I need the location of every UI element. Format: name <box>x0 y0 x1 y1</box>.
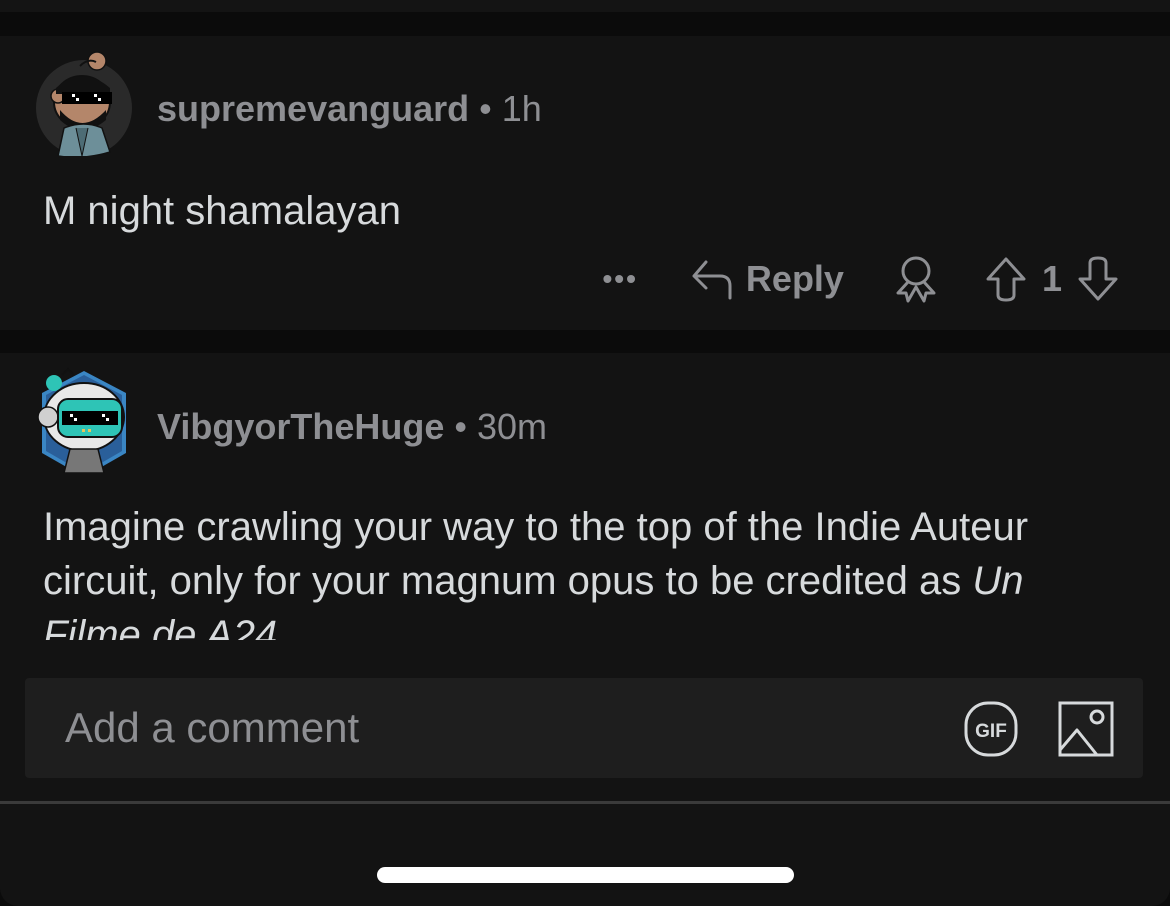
snoo-avatar-icon <box>37 367 126 477</box>
upvote-button[interactable] <box>984 255 1028 303</box>
comment-age: 1h <box>501 88 542 129</box>
comment-separator <box>0 330 1170 353</box>
more-options-button[interactable]: ••• <box>603 263 638 295</box>
comment-body: M night shamalayan <box>43 189 401 233</box>
comment-actions: ••• Reply 1 <box>603 254 1121 304</box>
comment-meta: supremevanguard • 1h <box>157 88 542 130</box>
avatar[interactable] <box>36 44 132 159</box>
comment-meta: VibgyorTheHuge • 30m <box>157 406 547 448</box>
snoo-avatar-icon <box>36 51 132 159</box>
avatar[interactable] <box>36 361 132 477</box>
add-image-button[interactable] <box>1057 700 1115 763</box>
downvote-arrow-icon <box>1078 256 1118 301</box>
upvote-arrow-icon <box>986 257 1026 302</box>
meta-separator: • <box>479 88 492 129</box>
comment-composer-bar: Add a comment GIF <box>0 640 1170 906</box>
add-comment-placeholder: Add a comment <box>65 704 360 751</box>
composer-divider <box>0 801 1170 804</box>
comment-body-text: Imagine crawling your way to the top of … <box>43 505 1029 603</box>
svg-text:GIF: GIF <box>975 721 1007 742</box>
reply-label: Reply <box>745 258 844 299</box>
username[interactable]: VibgyorTheHuge <box>157 406 444 447</box>
comment-age: 30m <box>476 406 548 447</box>
image-icon <box>1058 701 1114 757</box>
comment: supremevanguard • 1h M night shamalayan ••… <box>0 36 1170 330</box>
comment: VibgyorTheHuge • 30m Imagine crawling your… <box>0 353 1170 653</box>
comment-body: Imagine crawling your way to the top of … <box>43 500 1060 653</box>
username[interactable]: supremevanguard <box>157 88 469 129</box>
home-indicator[interactable] <box>377 867 794 883</box>
top-strip <box>0 0 1170 12</box>
gif-button[interactable]: GIF <box>962 700 1020 763</box>
gif-icon: GIF <box>964 701 1018 757</box>
downvote-button[interactable] <box>1076 255 1120 303</box>
vote-count: 1 <box>1041 258 1062 299</box>
award-button[interactable] <box>894 255 938 303</box>
reply-arrow-icon <box>692 260 732 300</box>
meta-separator: • <box>454 406 467 447</box>
comment-separator <box>0 12 1170 36</box>
reply-button[interactable]: Reply <box>690 258 844 300</box>
add-comment-input[interactable]: Add a comment GIF <box>25 678 1143 778</box>
award-icon <box>896 256 936 303</box>
